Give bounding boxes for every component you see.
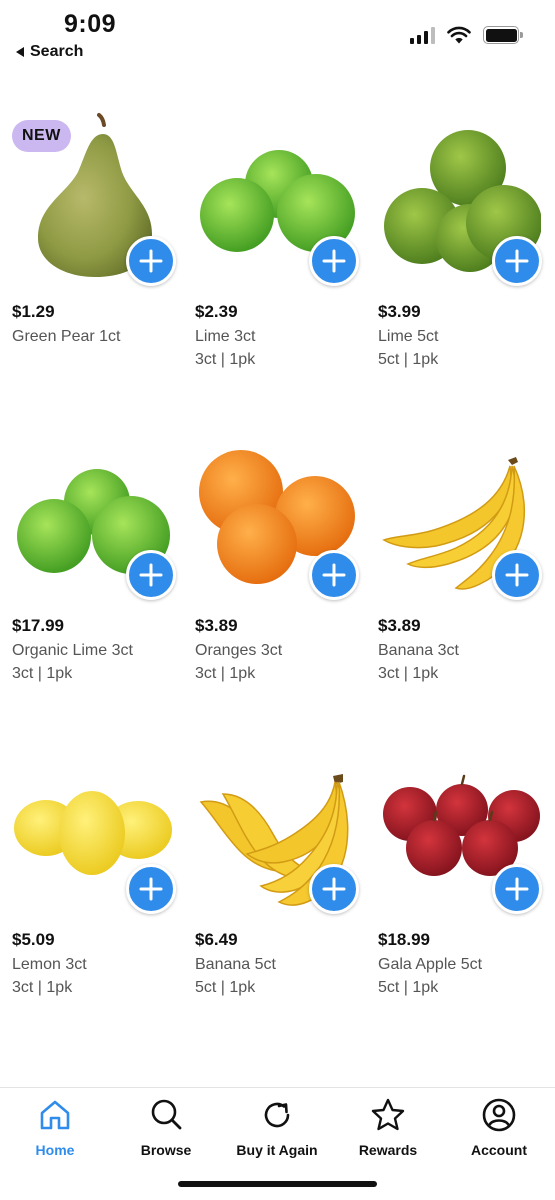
search-icon	[147, 1096, 185, 1134]
cellular-signal-icon	[410, 26, 435, 44]
product-size: 5ct | 1pk	[378, 351, 439, 368]
add-to-cart-button[interactable]	[126, 236, 176, 286]
product-name: Oranges 3ct	[195, 642, 283, 659]
add-to-cart-button[interactable]	[309, 550, 359, 600]
refresh-icon	[258, 1096, 296, 1134]
add-to-cart-button[interactable]	[309, 864, 359, 914]
product-card-banana-5ct[interactable]: $6.49 Banana 5ct 5ct | 1pk	[183, 738, 363, 1038]
plus-icon	[505, 563, 529, 587]
product-name: Lemon 3ct	[12, 956, 87, 973]
product-size: 3ct | 1pk	[378, 665, 439, 682]
product-size: 3ct | 1pk	[12, 665, 73, 682]
product-size: 3ct | 1pk	[12, 979, 73, 996]
tab-account[interactable]: Account	[449, 1096, 549, 1158]
product-name: Lime 3ct	[195, 328, 256, 345]
tab-label: Buy it Again	[236, 1142, 318, 1158]
add-to-cart-button[interactable]	[492, 236, 542, 286]
product-size: 5ct | 1pk	[378, 979, 439, 996]
tab-rewards[interactable]: Rewards	[338, 1096, 438, 1158]
add-to-cart-button[interactable]	[492, 864, 542, 914]
add-to-cart-button[interactable]	[126, 864, 176, 914]
tab-browse[interactable]: Browse	[116, 1096, 216, 1158]
back-link-label: Search	[30, 43, 84, 60]
add-to-cart-button[interactable]	[126, 550, 176, 600]
product-name: Organic Lime 3ct	[12, 642, 133, 659]
plus-icon	[322, 877, 346, 901]
product-price: $6.49	[195, 930, 238, 949]
star-icon	[369, 1096, 407, 1134]
product-price: $2.39	[195, 302, 238, 321]
tab-home[interactable]: Home	[5, 1096, 105, 1158]
plus-icon	[322, 249, 346, 273]
tab-buy-it-again[interactable]: Buy it Again	[227, 1096, 327, 1158]
add-to-cart-button[interactable]	[492, 550, 542, 600]
product-name: Banana 5ct	[195, 956, 276, 973]
home-icon	[36, 1096, 74, 1134]
status-icons	[410, 26, 523, 44]
product-name: Banana 3ct	[378, 642, 459, 659]
new-badge: NEW	[12, 120, 71, 152]
home-indicator	[178, 1181, 377, 1187]
product-price: $18.99	[378, 930, 430, 949]
account-icon	[480, 1096, 518, 1134]
plus-icon	[322, 563, 346, 587]
product-card-lemon-3ct[interactable]: $5.09 Lemon 3ct 3ct | 1pk	[0, 738, 180, 1038]
product-price: $3.89	[378, 616, 421, 635]
product-price: $17.99	[12, 616, 64, 635]
status-time: 9:09	[64, 10, 117, 38]
add-to-cart-button[interactable]	[309, 236, 359, 286]
battery-icon	[483, 26, 523, 44]
product-card-oranges-3ct[interactable]: $3.89 Oranges 3ct 3ct | 1pk	[183, 424, 363, 724]
product-size: 3ct | 1pk	[195, 665, 256, 682]
product-size: 5ct | 1pk	[195, 979, 256, 996]
product-price: $3.89	[195, 616, 238, 635]
wifi-icon	[447, 26, 471, 44]
product-size: 3ct | 1pk	[195, 351, 256, 368]
product-name: Green Pear 1ct	[12, 328, 121, 345]
back-arrow-icon	[16, 47, 24, 57]
plus-icon	[505, 249, 529, 273]
plus-icon	[505, 877, 529, 901]
back-to-search-link[interactable]: Search	[16, 43, 83, 61]
product-price: $1.29	[12, 302, 55, 321]
product-card-lime-5ct[interactable]: $3.99 Lime 5ct 5ct | 1pk	[366, 110, 546, 410]
product-card-banana-3ct[interactable]: $3.89 Banana 3ct 3ct | 1pk	[366, 424, 546, 724]
product-name: Gala Apple 5ct	[378, 956, 483, 973]
tab-label: Home	[35, 1142, 75, 1158]
product-card-organic-lime-3ct[interactable]: $17.99 Organic Lime 3ct 3ct | 1pk	[0, 424, 180, 724]
product-card-green-pear[interactable]: NEW $1.29 Green Pear 1ct	[0, 110, 180, 410]
product-card-gala-apple-5ct[interactable]: $18.99 Gala Apple 5ct 5ct | 1pk	[366, 738, 546, 1038]
product-card-lime-3ct[interactable]: $2.39 Lime 3ct 3ct | 1pk	[183, 110, 363, 410]
tab-label: Account	[471, 1142, 527, 1158]
plus-icon	[139, 563, 163, 587]
product-price: $3.99	[378, 302, 421, 321]
plus-icon	[139, 877, 163, 901]
product-name: Lime 5ct	[378, 328, 439, 345]
plus-icon	[139, 249, 163, 273]
tab-label: Rewards	[358, 1142, 418, 1158]
tab-label: Browse	[140, 1142, 192, 1158]
status-bar: 9:09 Search	[0, 0, 555, 70]
product-price: $5.09	[12, 930, 55, 949]
